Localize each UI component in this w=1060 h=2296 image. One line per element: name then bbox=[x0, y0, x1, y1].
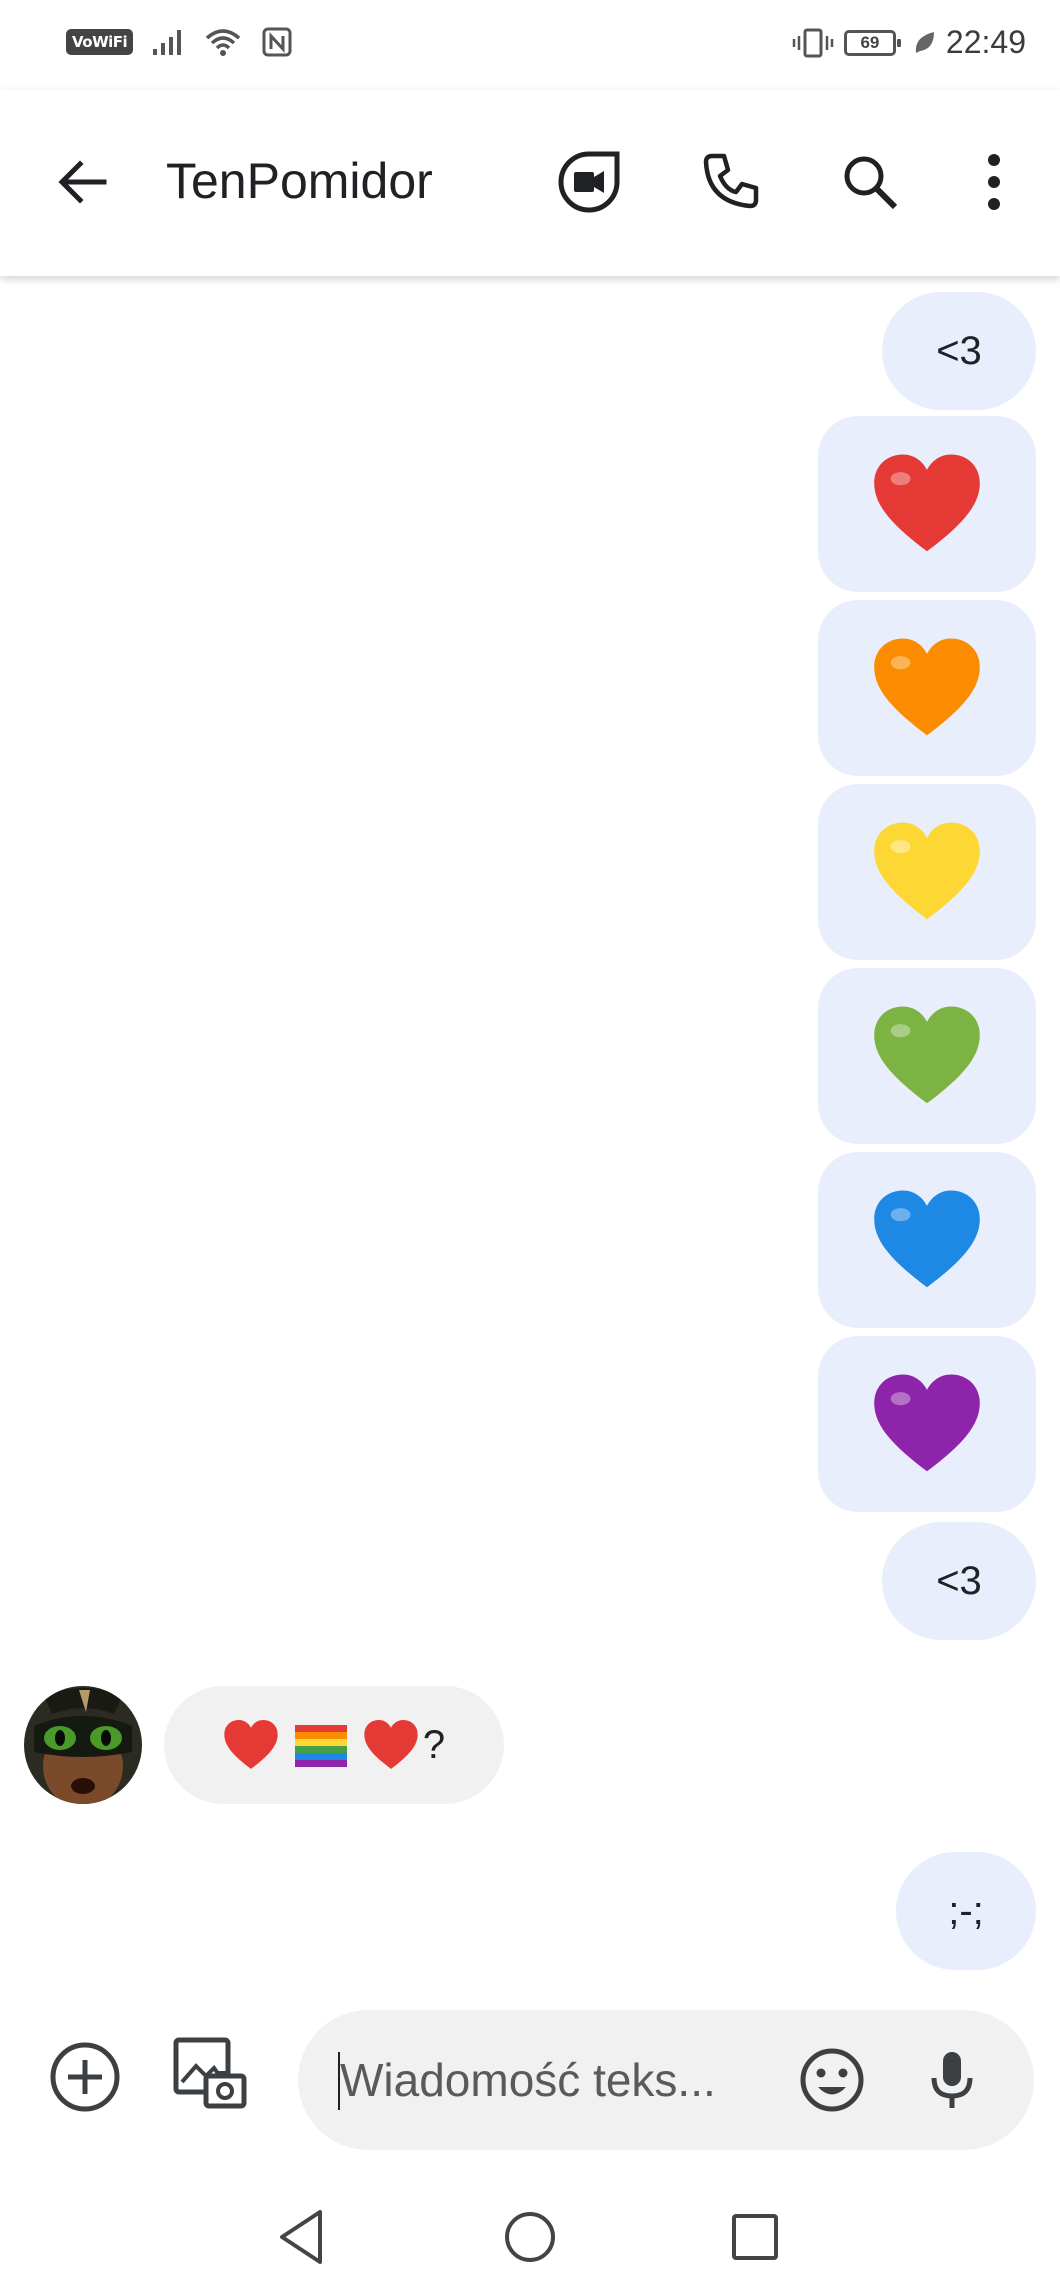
message-bubble-outgoing[interactable] bbox=[818, 600, 1036, 776]
battery-saver-leaf-icon bbox=[915, 31, 934, 53]
nav-recents-square-icon bbox=[732, 2214, 778, 2260]
blue-heart-icon bbox=[874, 1190, 980, 1288]
gallery-camera-icon bbox=[173, 2037, 247, 2109]
message-text: ;-; bbox=[948, 1888, 984, 1933]
rainbow-flag-icon bbox=[294, 1725, 347, 1767]
signal-icon bbox=[153, 30, 182, 55]
more-options-button[interactable] bbox=[958, 146, 1030, 218]
status-right: 69 22:49 bbox=[792, 24, 1026, 61]
message-text: <3 bbox=[936, 328, 982, 373]
red-heart-icon bbox=[874, 454, 980, 552]
status-left: VoWiFi bbox=[66, 26, 293, 58]
back-arrow-icon bbox=[58, 160, 107, 204]
nav-recents-button[interactable] bbox=[722, 2204, 788, 2270]
message-bubble-outgoing[interactable]: ;-; bbox=[896, 1852, 1036, 1970]
call-button[interactable] bbox=[694, 146, 766, 218]
message-input[interactable] bbox=[340, 2044, 780, 2116]
back-button[interactable] bbox=[50, 150, 114, 214]
vibrate-icon bbox=[792, 28, 834, 57]
orange-heart-icon bbox=[874, 638, 980, 736]
battery-indicator: 69 bbox=[843, 29, 901, 56]
purple-heart-icon bbox=[874, 1374, 980, 1472]
message-bubble-outgoing[interactable] bbox=[818, 1152, 1036, 1328]
gallery-camera-button[interactable] bbox=[172, 2036, 248, 2112]
message-bubble-incoming[interactable]: ? bbox=[164, 1686, 504, 1804]
message-field[interactable] bbox=[298, 2010, 1034, 2150]
voice-record-button[interactable] bbox=[914, 2042, 990, 2118]
compose-bar bbox=[0, 1990, 1060, 2170]
nav-home-circle-icon bbox=[505, 2212, 555, 2262]
phone-icon bbox=[703, 153, 759, 209]
add-attachment-button[interactable] bbox=[48, 2040, 122, 2114]
message-text: ? bbox=[422, 1722, 446, 1767]
message-bubble-outgoing[interactable] bbox=[818, 784, 1036, 960]
message-bubble-outgoing[interactable]: <3 bbox=[882, 1522, 1036, 1640]
video-call-icon bbox=[558, 151, 620, 213]
nav-back-triangle-icon bbox=[280, 2210, 322, 2264]
red-heart-icon bbox=[224, 1720, 278, 1769]
nfc-icon bbox=[262, 27, 292, 57]
more-vert-icon bbox=[988, 154, 1000, 210]
message-bubble-outgoing[interactable] bbox=[818, 1336, 1036, 1512]
emoji-smile-icon bbox=[800, 2048, 864, 2112]
nav-back-button[interactable] bbox=[270, 2204, 336, 2270]
conversation-title: TenPomidor bbox=[166, 153, 433, 209]
message-bubble-outgoing[interactable] bbox=[818, 968, 1036, 1144]
microphone-icon bbox=[931, 2052, 973, 2108]
system-navigation-bar bbox=[0, 2180, 1060, 2296]
status-bar: VoWiFi 69 22:49 bbox=[0, 0, 1060, 90]
video-call-button[interactable] bbox=[553, 146, 625, 218]
message-bubble-outgoing[interactable]: <3 bbox=[882, 292, 1036, 410]
contact-avatar-image bbox=[24, 1686, 142, 1804]
vowifi-badge: VoWiFi bbox=[66, 29, 134, 55]
contact-avatar[interactable] bbox=[24, 1686, 142, 1804]
yellow-heart-icon bbox=[874, 822, 980, 920]
search-button[interactable] bbox=[834, 146, 906, 218]
app-bar: TenPomidor bbox=[0, 90, 1060, 276]
add-circle-icon bbox=[50, 2042, 120, 2112]
nav-home-button[interactable] bbox=[497, 2204, 563, 2270]
search-icon bbox=[844, 156, 898, 210]
status-time: 22:49 bbox=[945, 24, 1026, 60]
message-content: ? bbox=[223, 1720, 445, 1770]
green-heart-icon bbox=[874, 1006, 980, 1104]
message-bubble-outgoing[interactable] bbox=[818, 416, 1036, 592]
red-heart-icon bbox=[364, 1720, 418, 1769]
wifi-icon bbox=[206, 29, 241, 56]
emoji-button[interactable] bbox=[794, 2042, 870, 2118]
message-text: <3 bbox=[936, 1558, 982, 1603]
